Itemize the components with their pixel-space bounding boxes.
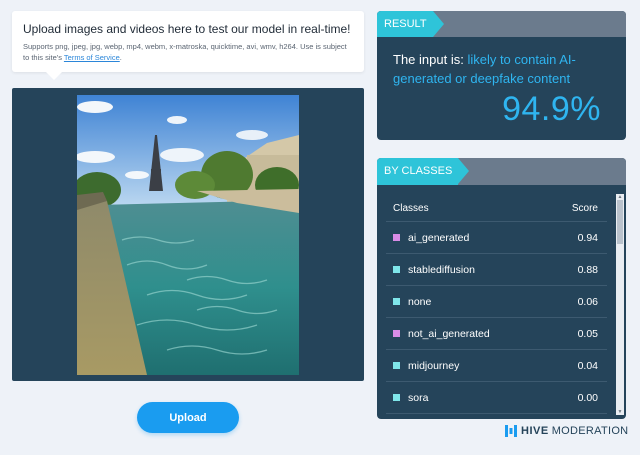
class-score: 0.04	[577, 359, 598, 372]
uploaded-image	[77, 95, 299, 375]
class-score: 0.88	[577, 263, 598, 276]
result-score: 94.9%	[502, 90, 601, 128]
class-color-swatch	[393, 362, 400, 369]
classes-header: BY CLASSES	[377, 158, 626, 185]
table-header-row: Classes Score	[386, 195, 607, 222]
terms-of-service-link[interactable]: Terms of Service	[64, 53, 120, 62]
table-row: none 0.06	[386, 286, 607, 318]
upload-info-subtext: Supports png, jpeg, jpg, webp, mp4, webm…	[23, 41, 352, 63]
class-name: none	[408, 295, 432, 308]
scroll-down-arrow-icon[interactable]: ▼	[616, 409, 624, 415]
brand-name-bold: HIVE	[521, 425, 549, 437]
scroll-thumb[interactable]	[617, 200, 623, 244]
class-name: midjourney	[408, 359, 460, 372]
hive-bars-icon	[505, 425, 517, 437]
result-prefix: The input is:	[393, 52, 468, 67]
classes-panel: BY CLASSES Classes Score ai_generated 0.…	[377, 158, 626, 419]
media-preview-panel[interactable]	[12, 88, 364, 381]
class-score: 0.06	[577, 295, 598, 308]
class-color-swatch	[393, 298, 400, 305]
classes-table: Classes Score ai_generated 0.94 stabledi…	[386, 195, 607, 414]
class-color-swatch	[393, 266, 400, 273]
classes-tag: BY CLASSES	[377, 158, 470, 185]
table-row: midjourney 0.04	[386, 350, 607, 382]
column-header-score: Score	[571, 202, 598, 214]
class-name: stablediffusion	[408, 263, 475, 276]
upload-info-title: Upload images and videos here to test ou…	[23, 22, 351, 36]
class-score: 0.00	[577, 391, 598, 404]
result-panel: RESULT The input is: likely to contain A…	[377, 11, 626, 140]
result-tag: RESULT	[377, 11, 444, 37]
table-row: not_ai_generated 0.05	[386, 318, 607, 350]
column-header-classes: Classes	[393, 202, 429, 214]
class-score: 0.05	[577, 327, 598, 340]
tos-suffix: .	[119, 53, 122, 62]
result-header: RESULT	[377, 11, 626, 37]
class-name: not_ai_generated	[408, 327, 490, 340]
table-row: ai_generated 0.94	[386, 222, 607, 254]
class-score: 0.94	[577, 231, 598, 244]
class-name: ai_generated	[408, 231, 470, 244]
class-color-swatch	[393, 234, 400, 241]
result-text: The input is: likely to contain AI-gener…	[393, 50, 618, 88]
upload-info-card: Upload images and videos here to test ou…	[12, 11, 364, 80]
class-color-swatch	[393, 330, 400, 337]
brand-name-light: MODERATION	[551, 425, 629, 437]
hive-moderation-logo[interactable]: HIVE MODERATION	[505, 425, 628, 437]
class-name: sora	[408, 391, 429, 404]
table-row: stablediffusion 0.88	[386, 254, 607, 286]
table-row: sora 0.00	[386, 382, 607, 414]
class-color-swatch	[393, 394, 400, 401]
classes-scrollbar[interactable]: ▲ ▼	[616, 194, 624, 415]
upload-button[interactable]: Upload	[137, 402, 239, 433]
